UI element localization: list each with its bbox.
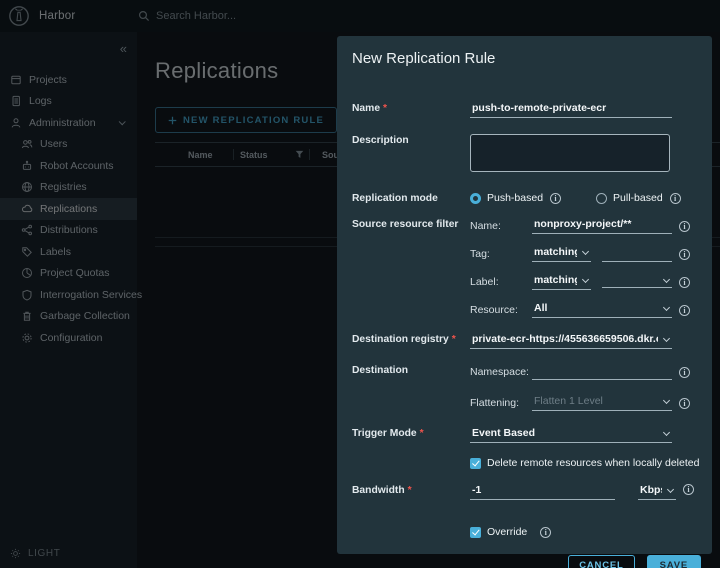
override-checkbox[interactable] — [470, 527, 481, 538]
flattening-info-icon[interactable]: i — [679, 398, 690, 409]
chevron-down-icon — [663, 334, 670, 341]
filter-resource-info-icon[interactable]: i — [679, 305, 690, 316]
chevron-down-icon — [663, 396, 670, 403]
filter-label-mode-select[interactable]: matching — [532, 274, 591, 290]
push-based-radio[interactable] — [470, 193, 481, 204]
filter-label-label: Label: — [470, 276, 532, 288]
push-based-info-icon[interactable]: i — [550, 193, 561, 204]
filter-resource-select[interactable]: All — [532, 302, 672, 318]
bandwidth-controls: Kbps i — [470, 484, 701, 500]
namespace-info-icon[interactable]: i — [679, 367, 690, 378]
modal-footer: CANCEL SAVE — [352, 555, 701, 568]
override-label: Override — [487, 526, 527, 538]
push-based-label: Push-based — [487, 192, 543, 204]
bandwidth-info-icon[interactable]: i — [683, 484, 694, 495]
filter-name-input[interactable] — [532, 218, 672, 234]
cancel-button[interactable]: CANCEL — [568, 555, 634, 568]
source-filter-label: Source resource filter — [352, 218, 470, 230]
bandwidth-label: Bandwidth* — [352, 484, 470, 496]
namespace-label: Namespace: — [470, 366, 532, 378]
filter-tag-label: Tag: — [470, 248, 532, 260]
filter-tag-info-icon[interactable]: i — [679, 249, 690, 260]
destination-label: Destination — [352, 364, 470, 376]
modal-title: New Replication Rule — [352, 50, 701, 67]
pull-based-label: Pull-based — [613, 192, 663, 204]
chevron-down-icon — [582, 275, 589, 282]
name-input[interactable] — [470, 102, 672, 118]
override-option: Override i — [470, 526, 701, 538]
trigger-mode-select[interactable]: Event Based — [470, 427, 672, 443]
name-label: Name* — [352, 102, 470, 114]
filter-name-info-icon[interactable]: i — [679, 221, 690, 232]
destination-registry-select[interactable]: private-ecr-https://455636659506.dkr.ecr… — [470, 333, 672, 349]
chevron-down-icon — [667, 485, 674, 492]
delete-remote-option: Delete remote resources when locally del… — [470, 457, 701, 469]
filter-resource-label: Resource: — [470, 304, 532, 316]
pull-based-info-icon[interactable]: i — [670, 193, 681, 204]
harbor-app: Harbor « Projects Logs Administration — [0, 0, 720, 568]
chevron-down-icon — [663, 303, 670, 310]
delete-remote-checkbox[interactable] — [470, 458, 481, 469]
description-label: Description — [352, 134, 470, 146]
filter-label-info-icon[interactable]: i — [679, 277, 690, 288]
namespace-input[interactable] — [532, 364, 672, 380]
flattening-select[interactable]: Flatten 1 Level — [532, 395, 672, 411]
delete-remote-label: Delete remote resources when locally del… — [487, 457, 699, 469]
destination-controls: Namespace: i Flattening: Flatten 1 Level… — [470, 364, 701, 411]
trigger-mode-label: Trigger Mode* — [352, 427, 470, 439]
replication-mode-label: Replication mode — [352, 192, 470, 204]
filter-tag-mode-select[interactable]: matching — [532, 246, 591, 262]
replication-mode-options: Push-based i Pull-based i — [470, 192, 701, 204]
bandwidth-unit-select[interactable]: Kbps — [638, 484, 676, 500]
chevron-down-icon — [582, 247, 589, 254]
chevron-down-icon — [663, 275, 670, 282]
description-textarea[interactable] — [470, 134, 670, 172]
filter-name-label: Name: — [470, 220, 532, 232]
source-filter-controls: Name: i Tag: matching i Label: matching — [470, 218, 701, 318]
filter-label-select[interactable] — [602, 277, 672, 288]
filter-tag-input[interactable] — [602, 246, 672, 262]
override-info-icon[interactable]: i — [540, 527, 551, 538]
bandwidth-input[interactable] — [470, 484, 615, 500]
save-button[interactable]: SAVE — [647, 555, 701, 568]
destination-registry-label: Destination registry* — [352, 333, 470, 345]
pull-based-radio[interactable] — [596, 193, 607, 204]
flattening-label: Flattening: — [470, 397, 532, 409]
new-replication-rule-modal: New Replication Rule Name* Description R… — [337, 36, 712, 554]
chevron-down-icon — [663, 428, 670, 435]
